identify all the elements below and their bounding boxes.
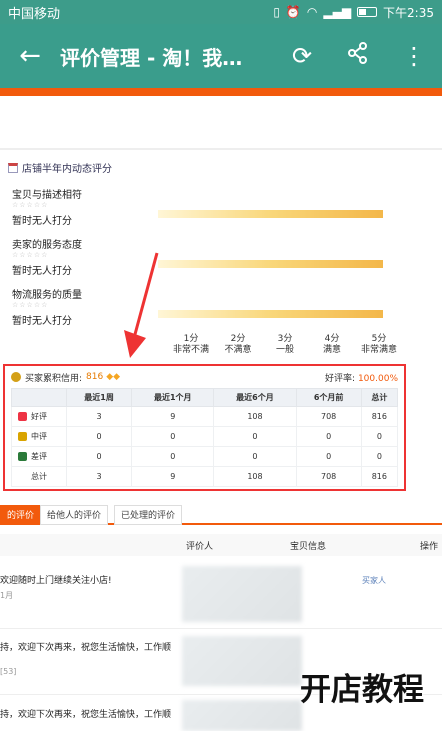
criterion-logistics: 物流服务的质量 ☆☆☆☆☆ 暂时无人打分 bbox=[12, 290, 82, 327]
status-icons: ▯ ⏰ ◠ ▂▄▆ 下午2:35 bbox=[273, 4, 434, 21]
tab-processed-reviews[interactable]: 已处理的评价 bbox=[114, 505, 183, 525]
battery-icon bbox=[357, 7, 378, 17]
credit-header: 买家累积信用: 816 ◆◆ 好评率: 100.00% bbox=[11, 370, 398, 384]
criterion-service: 卖家的服务态度 ☆☆☆☆☆ 暂时无人打分 bbox=[12, 240, 82, 277]
review-list-header: 评价人 宝贝信息 操作 bbox=[0, 534, 442, 556]
share-icon[interactable] bbox=[330, 42, 386, 70]
list-item: 欢迎随时上门继续关注小店! 1月 bbox=[0, 576, 112, 600]
blurred-product-image bbox=[182, 636, 302, 686]
table-row: 差评 0 0 0 0 0 bbox=[11, 446, 399, 467]
star-icons: ☆☆☆☆☆ bbox=[12, 201, 49, 209]
calendar-icon bbox=[8, 162, 18, 173]
star-icons: ☆☆☆☆☆ bbox=[12, 251, 49, 259]
orange-nav-strip bbox=[0, 88, 442, 96]
table-row: 好评 3 9 108 708 816 bbox=[11, 406, 399, 427]
clock: 下午2:35 bbox=[383, 5, 434, 20]
rating-bar bbox=[158, 310, 383, 318]
carrier-name: 中国移动 bbox=[8, 6, 61, 22]
vibrate-icon: ▯ bbox=[273, 5, 280, 19]
rating-bar bbox=[158, 260, 383, 268]
scale-2: 2分 不满意 bbox=[224, 334, 252, 355]
table-total-row: 总计 3 9 108 708 816 bbox=[11, 466, 399, 487]
divider bbox=[0, 628, 442, 629]
diamond-icon: ◆◆ bbox=[106, 372, 121, 382]
scale-3: 3分 一般 bbox=[275, 334, 294, 355]
watermark: 开店教程 bbox=[300, 672, 424, 708]
refresh-icon[interactable]: ⟳ bbox=[274, 42, 330, 70]
scale-5: 5分 非常满意 bbox=[360, 334, 397, 355]
tab-received-reviews[interactable]: 的评价 bbox=[0, 505, 42, 525]
blurred-product-image bbox=[182, 566, 302, 622]
app-bar: ← 评价管理 - 淘！我… ⟳ ⋮ bbox=[0, 24, 442, 88]
positive-medal-icon bbox=[18, 412, 27, 421]
page-title: 评价管理 - 淘！我… bbox=[60, 45, 243, 70]
rating-section-title: 店铺半年内动态评分 bbox=[8, 160, 112, 175]
list-item: 持，欢迎下次再来，祝您生活愉快，工作顺 [53] bbox=[0, 643, 172, 676]
credit-score: 816 bbox=[86, 372, 104, 382]
wifi-icon: ◠ bbox=[306, 5, 318, 19]
divider bbox=[0, 148, 442, 150]
red-arrow-annotation bbox=[124, 252, 159, 358]
rating-bar bbox=[158, 210, 383, 218]
blurred-product-image bbox=[182, 700, 302, 731]
table-row: 中评 0 0 0 0 0 bbox=[11, 426, 399, 447]
status-bar: 中国移动 ▯ ⏰ ◠ ▂▄▆ 下午2:35 bbox=[0, 0, 442, 24]
neutral-medal-icon bbox=[18, 432, 27, 441]
review-tabs: 的评价 给他人的评价 已处理的评价 bbox=[0, 505, 442, 525]
more-vert-icon[interactable]: ⋮ bbox=[386, 42, 442, 70]
table-header-row: 最近1周 最近1个月 最近6个月 6个月前 总计 bbox=[11, 388, 399, 407]
tab-reviews-to-others[interactable]: 给他人的评价 bbox=[40, 505, 109, 525]
buyer-icon bbox=[11, 372, 21, 382]
credit-stats-table: 最近1周 最近1个月 最近6个月 6个月前 总计 好评 3 9 108 708 … bbox=[11, 388, 399, 487]
list-item: 持，欢迎下次再来，祝您生活愉快，工作顺 bbox=[0, 710, 172, 720]
signal-icon: ▂▄▆ bbox=[323, 5, 352, 19]
buyer-credit-panel: 买家累积信用: 816 ◆◆ 好评率: 100.00% 最近1周 最近1个月 最… bbox=[3, 364, 406, 491]
star-icons: ☆☆☆☆☆ bbox=[12, 301, 49, 309]
scale-1: 1分 非常不满 bbox=[172, 334, 209, 355]
rating-scale: 1分 非常不满 2分 不满意 3分 一般 4分 满意 5分 非常满意 bbox=[170, 334, 400, 356]
alarm-icon: ⏰ bbox=[285, 5, 301, 19]
scale-4: 4分 满意 bbox=[322, 334, 341, 355]
back-arrow-icon[interactable]: ← bbox=[0, 41, 60, 71]
criterion-description: 宝贝与描述相符 ☆☆☆☆☆ 暂时无人打分 bbox=[12, 190, 82, 227]
buyer-link[interactable]: 买家人 bbox=[362, 575, 386, 586]
positive-rate: 好评率: 100.00% bbox=[325, 373, 398, 384]
negative-medal-icon bbox=[18, 452, 27, 461]
